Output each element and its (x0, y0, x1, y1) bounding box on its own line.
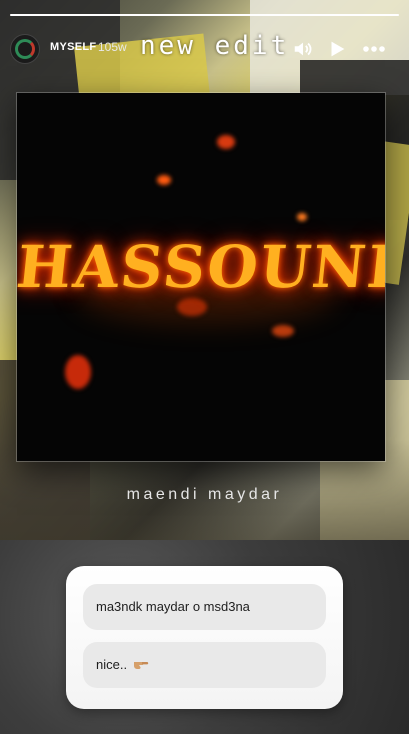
avatar[interactable] (10, 34, 40, 64)
album-cover: HASSOUNI (17, 93, 385, 461)
post-age: 105w (98, 40, 127, 54)
story-viewer[interactable]: MYSELF 105w new edit HASSOUNI maendi may… (0, 0, 409, 734)
story-progress-fill (10, 14, 399, 16)
story-header: MYSELF 105w new edit (0, 28, 409, 72)
story-progress-bar (10, 14, 399, 16)
poll-option-label: ma3ndk maydar o msd3na (96, 599, 250, 614)
song-title: maendi maydar (126, 486, 283, 503)
more-icon[interactable] (361, 38, 387, 60)
story-text-sticker: new edit (140, 31, 290, 61)
username[interactable]: MYSELF (50, 41, 96, 53)
poll-option-label: nice.. (96, 657, 128, 672)
poll-option[interactable]: ma3ndk maydar o msd3na (83, 584, 326, 630)
play-icon[interactable] (326, 38, 348, 60)
cover-title-art: HASSOUNI (17, 233, 385, 301)
volume-icon[interactable] (292, 38, 314, 60)
poll-sticker: ma3ndk maydar o msd3na nice.. (66, 566, 343, 709)
pointing-hand-icon (133, 643, 149, 689)
poll-option[interactable]: nice.. (83, 642, 326, 688)
